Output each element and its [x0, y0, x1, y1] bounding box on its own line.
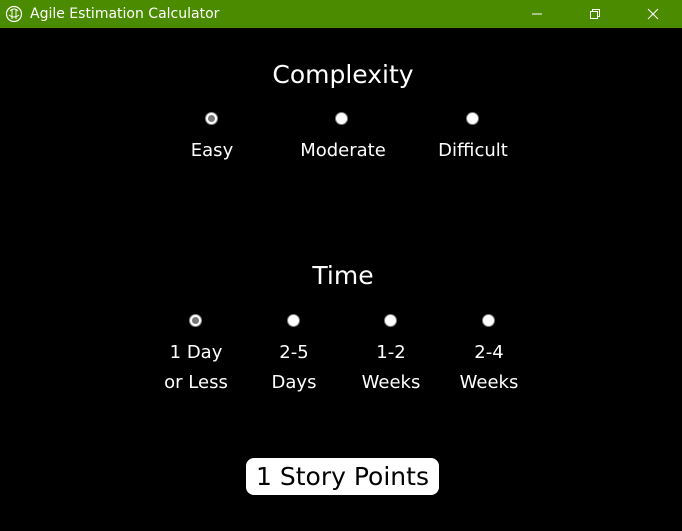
- close-icon: [647, 8, 659, 20]
- time-label-2-4-weeks-line1[interactable]: 2-4: [474, 338, 503, 368]
- time-radio-2-5-days[interactable]: [287, 314, 300, 327]
- time-label-2-5-days-line2[interactable]: Days: [272, 368, 317, 398]
- complexity-radio-difficult[interactable]: [466, 112, 479, 125]
- time-radio-1-day[interactable]: [189, 314, 202, 327]
- complexity-radio-moderate[interactable]: [335, 112, 348, 125]
- close-button[interactable]: [624, 0, 682, 28]
- time-radio-2-4-weeks[interactable]: [482, 314, 495, 327]
- time-title: Time: [312, 261, 374, 290]
- app-window: Agile Estimation Calculator Complexity E…: [0, 0, 682, 531]
- minimize-icon: [532, 13, 542, 15]
- complexity-label-easy[interactable]: Easy: [191, 136, 233, 166]
- window-title: Agile Estimation Calculator: [30, 6, 220, 22]
- time-label-2-5-days-line1[interactable]: 2-5: [279, 338, 308, 368]
- story-points-result: 1 Story Points: [246, 458, 439, 495]
- complexity-radio-easy[interactable]: [205, 112, 218, 125]
- complexity-label-difficult[interactable]: Difficult: [438, 136, 508, 166]
- restore-button[interactable]: [566, 0, 624, 28]
- complexity-title: Complexity: [272, 60, 414, 89]
- complexity-label-moderate[interactable]: Moderate: [300, 136, 386, 166]
- time-label-2-4-weeks-line2[interactable]: Weeks: [460, 368, 519, 398]
- app-icon: [5, 5, 23, 23]
- time-label-1-2-weeks-line1[interactable]: 1-2: [376, 338, 405, 368]
- title-bar[interactable]: Agile Estimation Calculator: [0, 0, 682, 28]
- time-label-1-day-line2[interactable]: or Less: [164, 368, 228, 398]
- minimize-button[interactable]: [508, 0, 566, 28]
- restore-icon: [590, 9, 600, 19]
- time-radio-1-2-weeks[interactable]: [384, 314, 397, 327]
- time-label-1-2-weeks-line2[interactable]: Weeks: [362, 368, 421, 398]
- time-label-1-day-line1[interactable]: 1 Day: [170, 338, 223, 368]
